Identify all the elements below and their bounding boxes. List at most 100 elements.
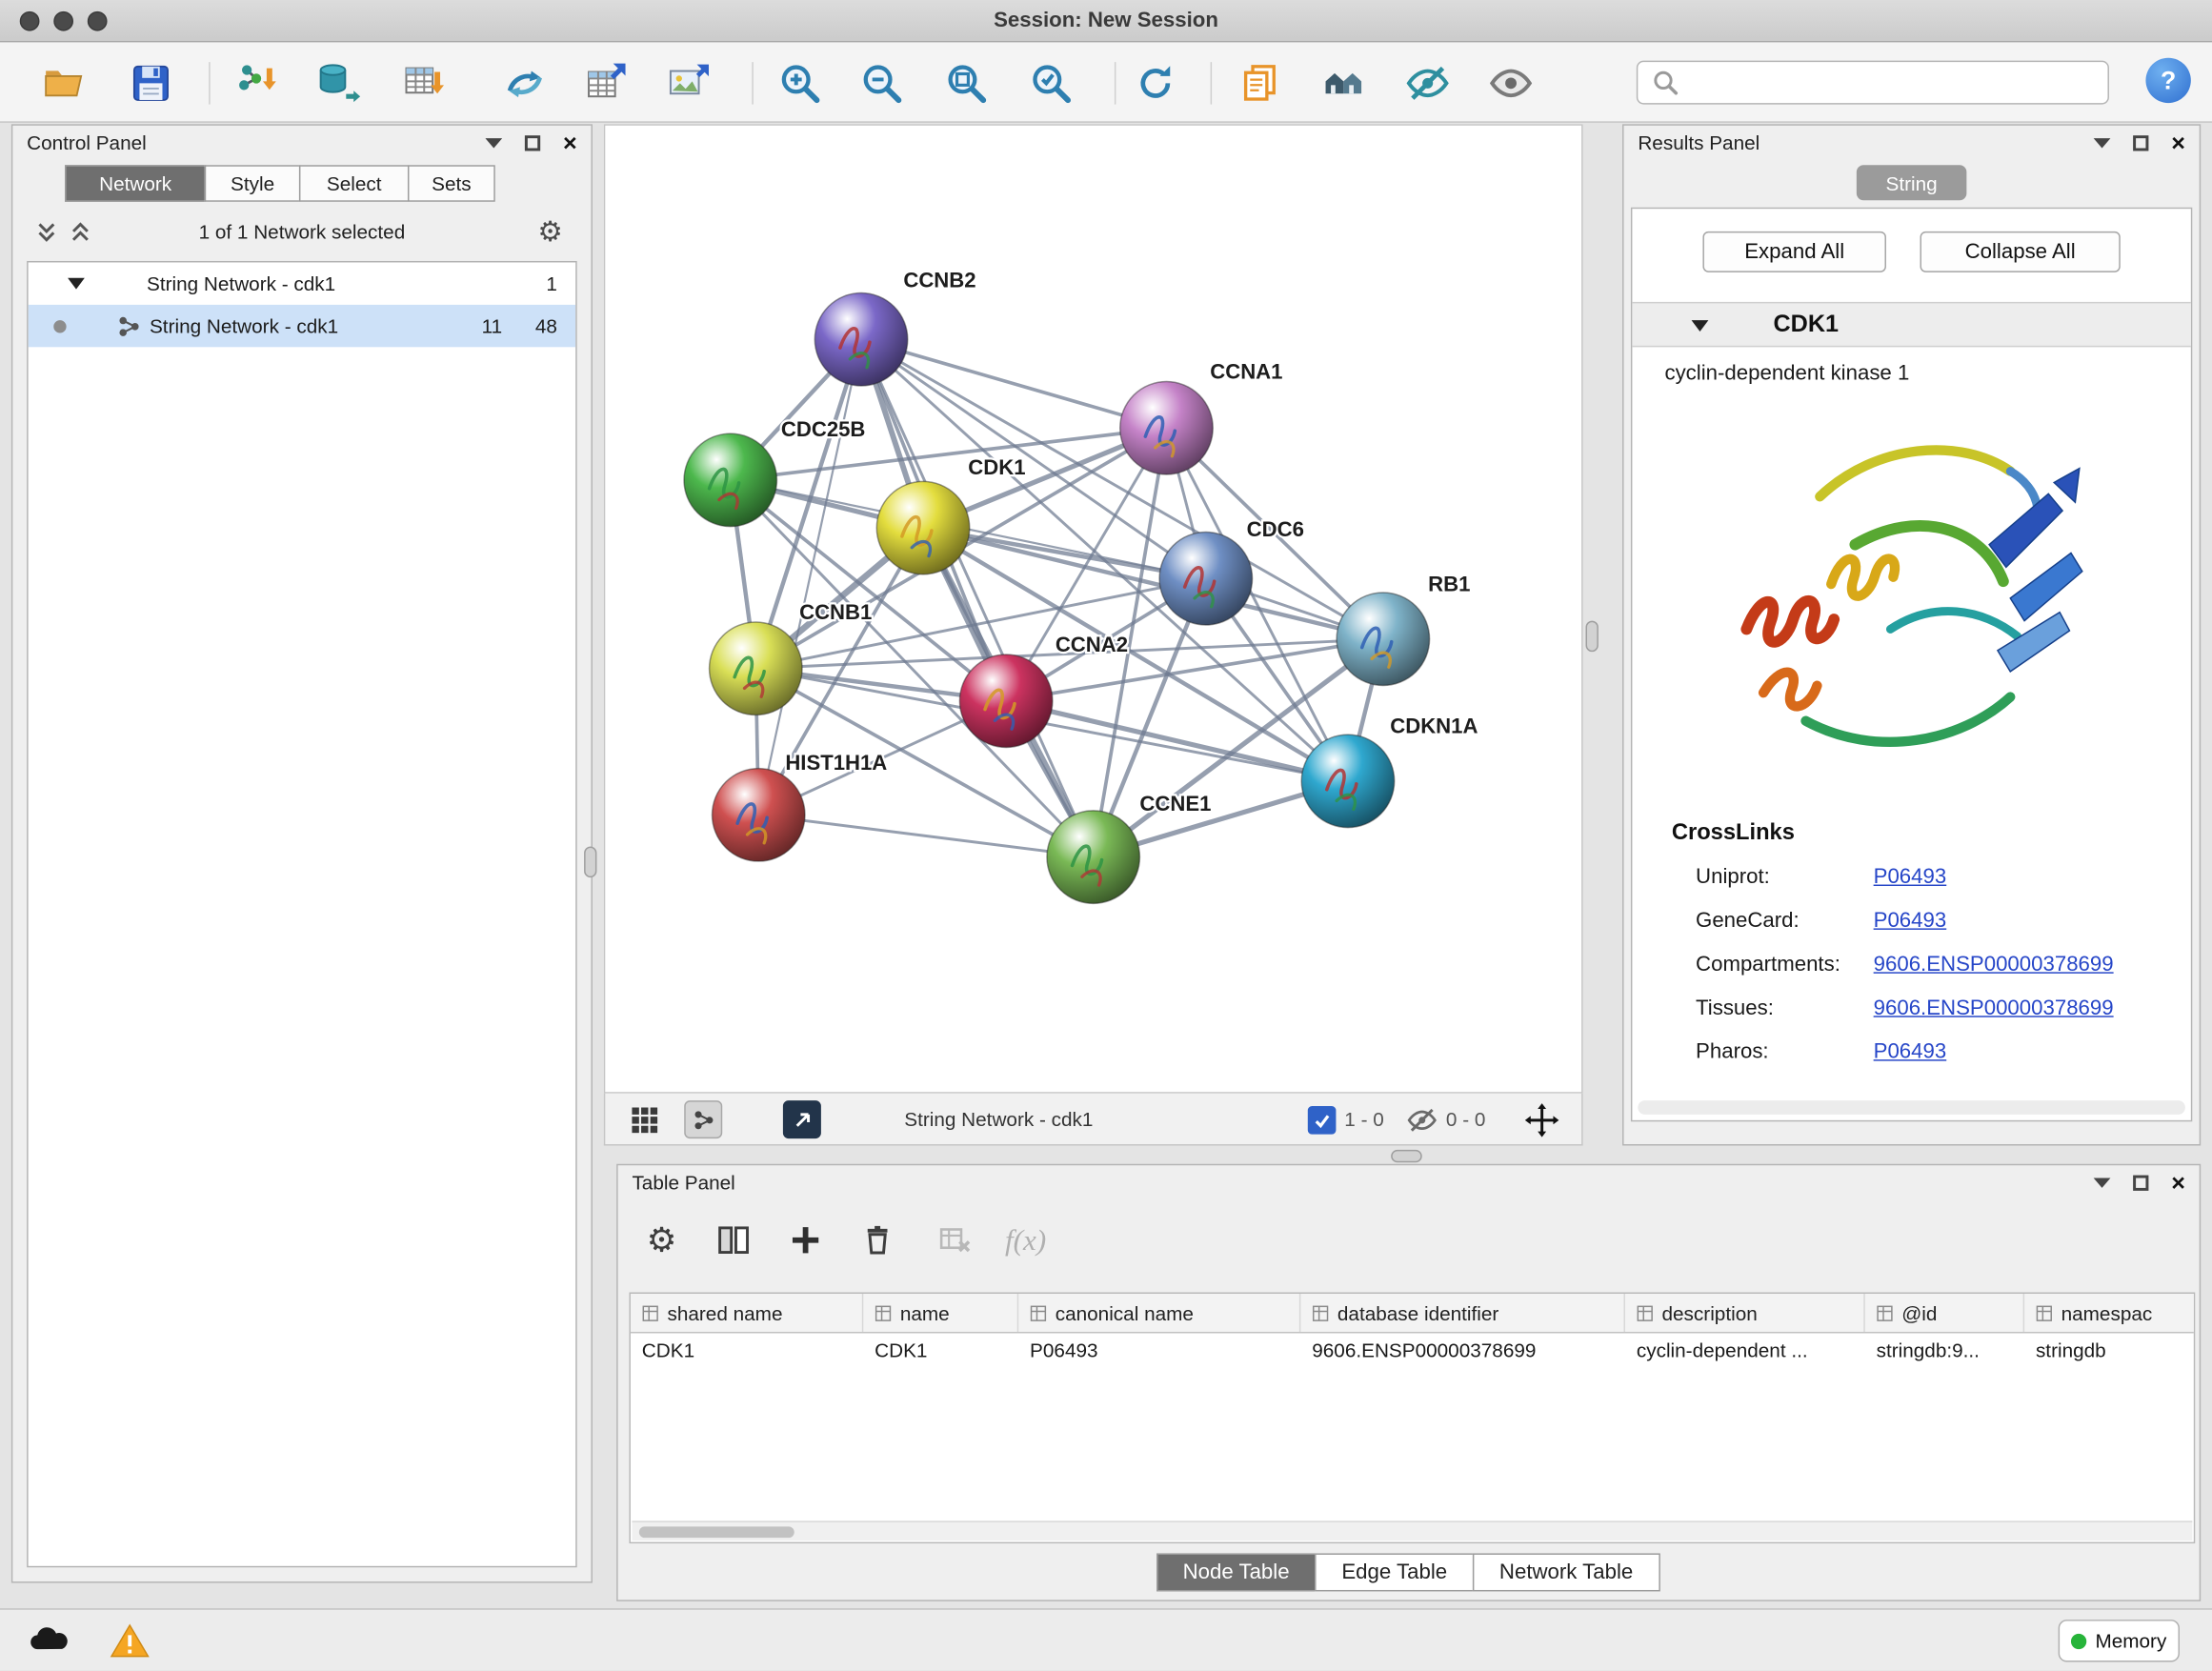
import-network-database-button[interactable]	[313, 58, 364, 109]
results-scrollbar[interactable]	[1638, 1100, 2185, 1115]
network-view-button[interactable]	[684, 1100, 722, 1138]
left-splitter-handle[interactable]	[584, 847, 596, 878]
table-row[interactable]: CDK1 CDK1 P06493 9606.ENSP00000378699 cy…	[631, 1333, 2194, 1371]
import-network-file-button[interactable]	[232, 58, 283, 109]
crosslink-link[interactable]: P06493	[1874, 1039, 1947, 1063]
network-graph[interactable]: CCNB2CCNA1CDC25BCDK1CDC6RB1CCNB1CCNA2CDK…	[605, 126, 1581, 1092]
show-columns-button[interactable]	[710, 1217, 757, 1264]
birdseye-grid-button[interactable]	[625, 1100, 663, 1138]
panel-float-icon[interactable]	[2133, 1175, 2148, 1190]
network-node[interactable]	[876, 481, 969, 574]
export-image-button[interactable]	[663, 58, 714, 109]
node-table[interactable]: shared name name canonical name database…	[629, 1293, 2195, 1544]
refresh-layout-button[interactable]	[1130, 58, 1180, 109]
panel-float-icon[interactable]	[525, 134, 540, 150]
bottom-splitter-handle[interactable]	[1391, 1150, 1422, 1162]
column-header[interactable]: namespac	[2024, 1294, 2194, 1332]
home-networks-button[interactable]	[1319, 58, 1370, 109]
hidden-items-eye-slash-icon[interactable]	[1406, 1105, 1438, 1137]
network-node[interactable]	[1047, 811, 1139, 903]
column-header[interactable]: description	[1625, 1294, 1865, 1332]
tab-network[interactable]: Network	[65, 165, 206, 202]
close-window-button[interactable]	[20, 11, 40, 31]
network-options-gear-icon[interactable]: ⚙	[537, 214, 563, 250]
table-cell[interactable]: P06493	[1018, 1333, 1300, 1371]
create-column-button[interactable]	[781, 1217, 829, 1264]
network-node[interactable]	[713, 769, 805, 861]
tab-node-table[interactable]: Node Table	[1156, 1553, 1316, 1591]
panel-close-icon[interactable]: ×	[2171, 131, 2185, 154]
network-node[interactable]	[1159, 533, 1252, 625]
crosslink-link[interactable]: 9606.ENSP00000378699	[1874, 952, 2114, 976]
zoom-in-button[interactable]	[774, 58, 825, 109]
tab-edge-table[interactable]: Edge Table	[1315, 1553, 1474, 1591]
first-neighbors-button[interactable]	[499, 58, 550, 109]
minimize-window-button[interactable]	[53, 11, 73, 31]
panel-collapse-icon[interactable]	[2094, 137, 2111, 147]
save-session-button[interactable]	[126, 58, 176, 109]
scrollbar-thumb[interactable]	[639, 1526, 794, 1538]
zoom-selected-button[interactable]	[1026, 58, 1076, 109]
tab-style[interactable]: Style	[205, 165, 301, 202]
crosslink-link[interactable]: P06493	[1874, 864, 1947, 888]
network-node[interactable]	[1337, 593, 1429, 685]
detach-view-button[interactable]	[783, 1100, 821, 1138]
table-cell[interactable]: 9606.ENSP00000378699	[1300, 1333, 1625, 1371]
table-cell[interactable]: CDK1	[631, 1333, 863, 1371]
tab-network-table[interactable]: Network Table	[1473, 1553, 1660, 1591]
network-node[interactable]	[684, 433, 776, 526]
table-cell[interactable]: CDK1	[863, 1333, 1018, 1371]
network-node[interactable]	[959, 654, 1052, 747]
gene-section-header[interactable]: CDK1	[1632, 302, 2190, 347]
collapse-all-button[interactable]: Collapse All	[1920, 232, 2121, 272]
search-field[interactable]	[1637, 61, 2109, 105]
hide-graphics-details-button[interactable]	[1402, 58, 1453, 109]
help-button[interactable]: ?	[2145, 58, 2190, 103]
crosslink-link[interactable]: P06493	[1874, 908, 1947, 932]
show-graphics-details-button[interactable]	[1485, 58, 1536, 109]
column-header[interactable]: name	[863, 1294, 1018, 1332]
network-canvas[interactable]: CCNB2CCNA1CDC25BCDK1CDC6RB1CCNB1CCNA2CDK…	[604, 124, 1583, 1093]
network-node[interactable]	[710, 622, 802, 715]
panel-collapse-icon[interactable]	[486, 137, 503, 147]
delete-column-button[interactable]	[854, 1217, 901, 1264]
import-table-button[interactable]	[398, 58, 449, 109]
expand-all-button[interactable]: Expand All	[1702, 232, 1886, 272]
export-table-button[interactable]	[581, 58, 632, 109]
column-header[interactable]: shared name	[631, 1294, 863, 1332]
zoom-fit-button[interactable]	[941, 58, 992, 109]
network-node[interactable]	[1120, 382, 1213, 474]
table-horizontal-scrollbar[interactable]	[632, 1520, 2192, 1540]
network-collection-row[interactable]: String Network - cdk1 1	[29, 262, 576, 304]
network-node[interactable]	[1301, 735, 1394, 827]
tab-string[interactable]: String	[1857, 165, 1967, 200]
panel-close-icon[interactable]: ×	[2171, 1170, 2185, 1194]
crosslink-link[interactable]: 9606.ENSP00000378699	[1874, 996, 2114, 1019]
open-session-button[interactable]	[38, 58, 89, 109]
column-header[interactable]: database identifier	[1300, 1294, 1625, 1332]
pan-crosshair-icon[interactable]	[1525, 1103, 1559, 1137]
panel-close-icon[interactable]: ×	[563, 131, 577, 154]
table-cell[interactable]: cyclin-dependent ...	[1625, 1333, 1865, 1371]
section-expander-icon[interactable]	[1692, 320, 1709, 332]
column-header[interactable]: canonical name	[1018, 1294, 1300, 1332]
selected-items-checkbox[interactable]	[1308, 1106, 1337, 1135]
panel-float-icon[interactable]	[2133, 134, 2148, 150]
cloud-icon[interactable]	[26, 1622, 73, 1660]
table-settings-button[interactable]: ⚙	[637, 1217, 685, 1264]
network-node[interactable]	[814, 293, 907, 386]
table-cell[interactable]: stringdb:9...	[1865, 1333, 2024, 1371]
right-splitter-handle[interactable]	[1586, 621, 1599, 653]
zoom-window-button[interactable]	[88, 11, 108, 31]
column-header[interactable]: @id	[1865, 1294, 2024, 1332]
warning-icon[interactable]	[111, 1622, 150, 1660]
tree-expander-icon[interactable]	[68, 278, 85, 290]
panel-collapse-icon[interactable]	[2094, 1178, 2111, 1187]
memory-button[interactable]: Memory	[2059, 1620, 2180, 1661]
tab-sets[interactable]: Sets	[408, 165, 495, 202]
copy-document-button[interactable]	[1235, 58, 1285, 109]
search-input[interactable]	[1689, 71, 2108, 94]
tab-select[interactable]: Select	[299, 165, 410, 202]
network-row[interactable]: String Network - cdk1 11 48	[29, 305, 576, 347]
zoom-out-button[interactable]	[856, 58, 907, 109]
